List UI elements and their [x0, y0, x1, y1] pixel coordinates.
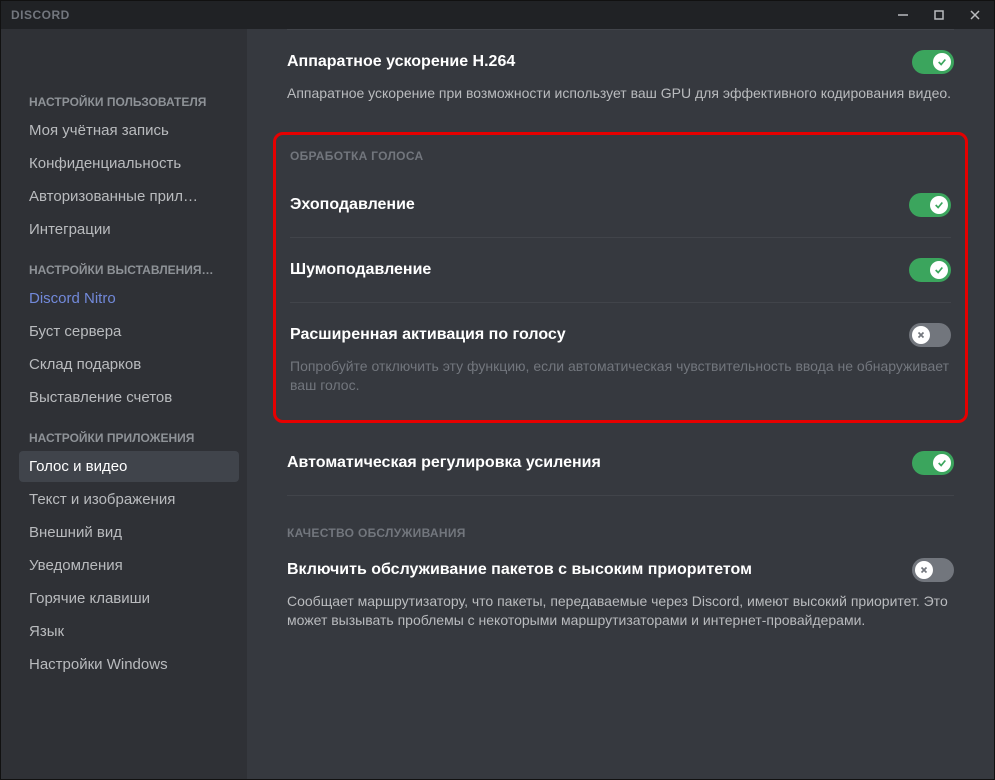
section-header-qos: КАЧЕСТВО ОБСЛУЖИВАНИЯ	[287, 526, 954, 540]
sidebar-item-language[interactable]: Язык	[19, 616, 239, 647]
setting-desc: Попробуйте отключить эту функцию, если а…	[290, 357, 951, 396]
setting-qos: Включить обслуживание пакетов с высоким …	[287, 550, 954, 651]
sidebar-item-text-images[interactable]: Текст и изображения	[19, 484, 239, 515]
sidebar-item-voice-video[interactable]: Голос и видео	[19, 451, 239, 482]
sidebar-item-authorized-apps[interactable]: Авторизованные прил…	[19, 181, 239, 212]
toggle-voice-activity[interactable]	[909, 323, 951, 347]
setting-desc: Сообщает маршрутизатору, что пакеты, пер…	[287, 592, 954, 631]
sidebar-item-account[interactable]: Моя учётная запись	[19, 115, 239, 146]
sidebar-header-billing: НАСТРОЙКИ ВЫСТАВЛЕНИЯ…	[19, 257, 239, 283]
setting-title: Включить обслуживание пакетов с высоким …	[287, 561, 752, 579]
sidebar-item-billing[interactable]: Выставление счетов	[19, 382, 239, 413]
app-window: DISCORD НАСТРОЙКИ ПОЛЬЗОВАТЕЛЯ Моя учётн…	[0, 0, 995, 780]
setting-auto-gain: Автоматическая регулировка усиления	[287, 431, 954, 495]
toggle-qos[interactable]	[912, 558, 954, 582]
sidebar: НАСТРОЙКИ ПОЛЬЗОВАТЕЛЯ Моя учётная запис…	[1, 29, 247, 779]
setting-voice-activity: Расширенная активация по голосу Попробуй…	[290, 303, 951, 416]
setting-title: Автоматическая регулировка усиления	[287, 454, 601, 472]
setting-title: Шумоподавление	[290, 261, 431, 279]
section-header-voice-processing: ОБРАБОТКА ГОЛОСА	[290, 149, 951, 163]
toggle-echo[interactable]	[909, 193, 951, 217]
highlight-box: ОБРАБОТКА ГОЛОСА Эхоподавление Шумоподав…	[273, 132, 968, 423]
titlebar: DISCORD	[1, 1, 994, 29]
setting-title: Расширенная активация по голосу	[290, 326, 566, 344]
sidebar-header-user: НАСТРОЙКИ ПОЛЬЗОВАТЕЛЯ	[19, 89, 239, 115]
sidebar-item-privacy[interactable]: Конфиденциальность	[19, 148, 239, 179]
setting-desc: Аппаратное ускорение при возможности исп…	[287, 84, 954, 104]
app-title: DISCORD	[11, 8, 70, 22]
setting-title: Аппаратное ускорение H.264	[287, 53, 515, 71]
toggle-hw-accel[interactable]	[912, 50, 954, 74]
settings-content: Аппаратное ускорение H.264 Аппаратное ус…	[247, 29, 994, 779]
setting-echo: Эхоподавление	[290, 173, 951, 237]
sidebar-item-nitro[interactable]: Discord Nitro	[19, 283, 239, 314]
sidebar-item-integrations[interactable]: Интеграции	[19, 214, 239, 245]
main-area: НАСТРОЙКИ ПОЛЬЗОВАТЕЛЯ Моя учётная запис…	[1, 29, 994, 779]
setting-noise: Шумоподавление	[290, 238, 951, 302]
sidebar-item-appearance[interactable]: Внешний вид	[19, 517, 239, 548]
sidebar-item-notifications[interactable]: Уведомления	[19, 550, 239, 581]
sidebar-header-app: НАСТРОЙКИ ПРИЛОЖЕНИЯ	[19, 425, 239, 451]
maximize-icon[interactable]	[930, 9, 948, 21]
toggle-auto-gain[interactable]	[912, 451, 954, 475]
setting-hw-accel: Аппаратное ускорение H.264 Аппаратное ус…	[287, 30, 954, 124]
sidebar-item-gifts[interactable]: Склад подарков	[19, 349, 239, 380]
minimize-icon[interactable]	[894, 9, 912, 21]
sidebar-item-boost[interactable]: Буст сервера	[19, 316, 239, 347]
sidebar-item-windows-settings[interactable]: Настройки Windows	[19, 649, 239, 680]
divider	[287, 495, 954, 496]
toggle-noise[interactable]	[909, 258, 951, 282]
sidebar-item-keybinds[interactable]: Горячие клавиши	[19, 583, 239, 614]
window-controls	[894, 9, 984, 21]
setting-title: Эхоподавление	[290, 196, 415, 214]
close-icon[interactable]	[966, 9, 984, 21]
